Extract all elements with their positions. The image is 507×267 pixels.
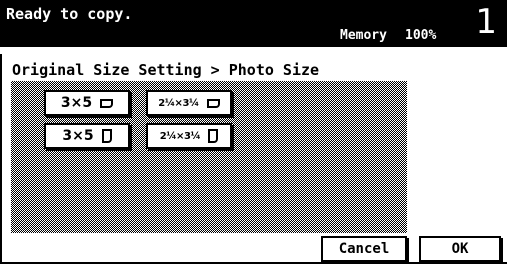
size-3x5-landscape-button[interactable]: 3×5 [44,90,130,116]
size-label: 3×5 [62,128,94,144]
memory-value: 100% [405,28,437,43]
copy-count: 1 [475,2,497,42]
cancel-button[interactable]: Cancel [321,236,407,262]
breadcrumb: Original Size Setting > Photo Size [12,61,320,79]
size-label: 2¼×3¼ [158,97,199,109]
landscape-icon [206,98,220,108]
landscape-icon [100,98,114,108]
portrait-icon [208,129,219,143]
size-3x5-portrait-button[interactable]: 3×5 [44,123,130,149]
portrait-icon [101,129,112,143]
panel-border-left [0,54,2,264]
panel-border-bottom [0,262,507,264]
status-bar: Ready to copy. Memory 100% 1 [0,0,507,47]
size-label: 3×5 [60,95,93,111]
status-message: Ready to copy. [6,5,133,23]
size-2-25x3-25-landscape-button[interactable]: 2¼×3¼ [146,90,232,116]
memory-label: Memory [340,28,387,43]
ok-button[interactable]: OK [419,236,501,262]
size-label: 2¼×3¼ [159,130,201,142]
size-2-25x3-25-portrait-button[interactable]: 2¼×3¼ [146,123,232,149]
